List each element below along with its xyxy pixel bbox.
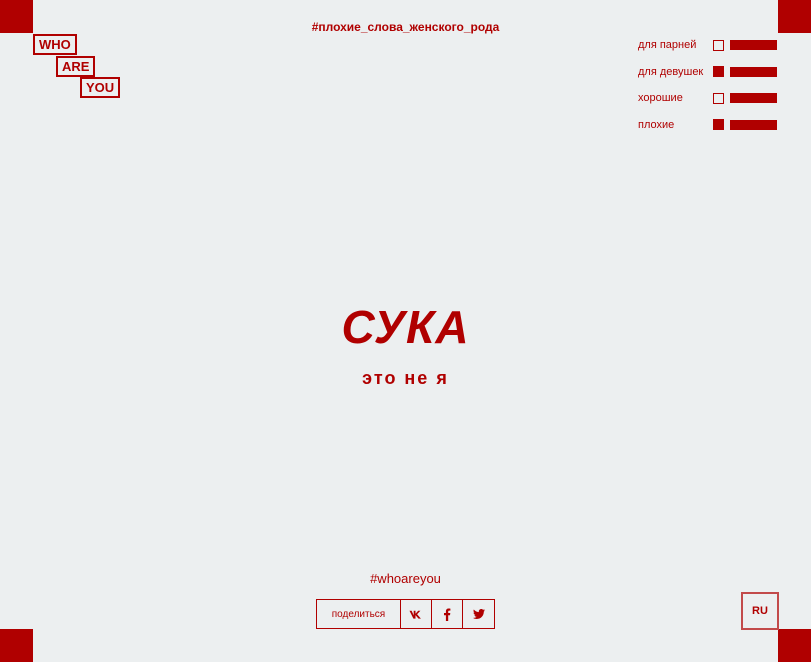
filter-label: плохие bbox=[638, 118, 675, 131]
filter-panel: для парней для девушек хорошие плохие bbox=[638, 32, 778, 138]
facebook-share-button[interactable] bbox=[432, 600, 463, 628]
facebook-icon bbox=[444, 608, 451, 621]
hero: СУКА это не я bbox=[0, 300, 811, 389]
filter-checkbox[interactable] bbox=[713, 66, 724, 78]
filter-checkbox[interactable] bbox=[713, 92, 724, 104]
share-label: поделиться bbox=[317, 600, 401, 628]
share-bar: поделиться bbox=[316, 599, 495, 629]
filter-label: для парней bbox=[638, 39, 697, 52]
corner-block-bottom-right bbox=[778, 629, 811, 662]
filter-bad[interactable]: плохие bbox=[638, 112, 778, 139]
twitter-share-button[interactable] bbox=[463, 600, 494, 628]
filter-bar bbox=[730, 93, 777, 104]
filter-good[interactable]: хорошие bbox=[638, 85, 778, 112]
filter-bar bbox=[730, 119, 777, 130]
filter-label: для девушек bbox=[638, 65, 704, 78]
logo-line-who: WHO bbox=[33, 34, 77, 55]
filter-checkbox[interactable] bbox=[713, 39, 724, 51]
filter-label: хорошие bbox=[638, 92, 683, 105]
hero-word: СУКА bbox=[341, 301, 470, 353]
filter-bar bbox=[730, 40, 777, 51]
footer-hashtag[interactable]: #whoareyou bbox=[0, 571, 811, 586]
filter-for-girls[interactable]: для девушек bbox=[638, 59, 778, 86]
twitter-icon bbox=[472, 609, 485, 619]
filter-for-guys[interactable]: для парней bbox=[638, 32, 778, 59]
hero-subtitle[interactable]: это не я bbox=[0, 368, 811, 389]
language-switch-button[interactable]: RU bbox=[741, 592, 779, 630]
logo-line-are: ARE bbox=[56, 56, 96, 77]
filter-checkbox[interactable] bbox=[713, 119, 724, 131]
vk-share-button[interactable] bbox=[401, 600, 432, 628]
corner-block-bottom-left bbox=[0, 629, 33, 662]
logo-line-you: YOU bbox=[80, 77, 121, 98]
filter-bar bbox=[730, 66, 777, 77]
vk-icon bbox=[409, 610, 421, 619]
